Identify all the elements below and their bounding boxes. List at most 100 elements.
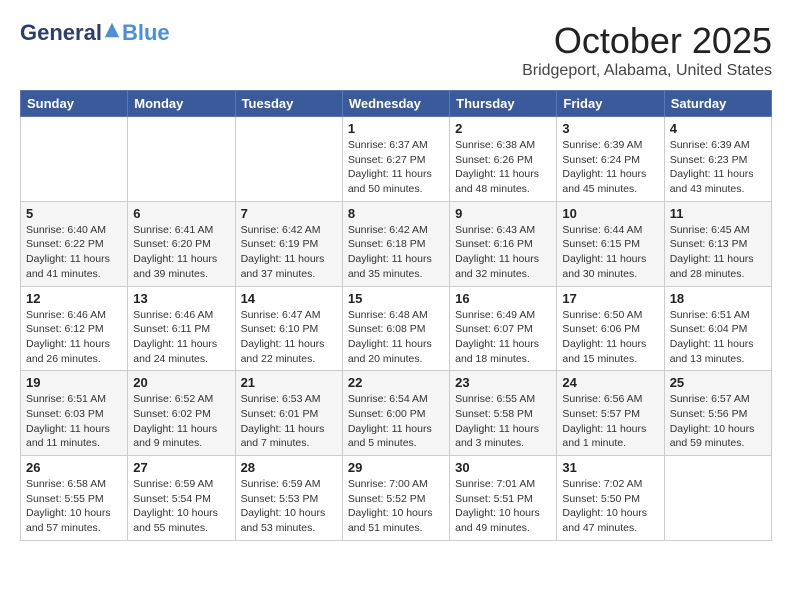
logo-general-text: General <box>20 20 102 46</box>
day-info: Sunrise: 6:47 AM Sunset: 6:10 PM Dayligh… <box>241 308 337 367</box>
day-number: 20 <box>133 375 229 390</box>
calendar-cell: 18 Sunrise: 6:51 AM Sunset: 6:04 PM Dayli… <box>664 286 771 371</box>
day-number: 31 <box>562 460 658 475</box>
day-number: 12 <box>26 291 122 306</box>
day-info: Sunrise: 6:54 AM Sunset: 6:00 PM Dayligh… <box>348 392 444 451</box>
day-info: Sunrise: 6:51 AM Sunset: 6:03 PM Dayligh… <box>26 392 122 451</box>
title-block: October 2025 Bridgeport, Alabama, United… <box>522 20 772 80</box>
day-info: Sunrise: 6:40 AM Sunset: 6:22 PM Dayligh… <box>26 223 122 282</box>
day-number: 2 <box>455 121 551 136</box>
day-number: 23 <box>455 375 551 390</box>
calendar-cell: 28Sunrise: 6:59 AM Sunset: 5:53 PM Dayli… <box>235 456 342 541</box>
day-number: 7 <box>241 206 337 221</box>
day-info: Sunrise: 6:58 AM Sunset: 5:55 PM Dayligh… <box>26 477 122 536</box>
day-info: Sunrise: 6:55 AM Sunset: 5:58 PM Dayligh… <box>455 392 551 451</box>
calendar-cell: 15 Sunrise: 6:48 AM Sunset: 6:08 PM Dayli… <box>342 286 449 371</box>
day-number: 28 <box>241 460 337 475</box>
calendar-cell: 5 Sunrise: 6:40 AM Sunset: 6:22 PM Daylig… <box>21 201 128 286</box>
location-subtitle: Bridgeport, Alabama, United States <box>522 62 772 80</box>
calendar-cell: 2 Sunrise: 6:38 AM Sunset: 6:26 PM Daylig… <box>450 117 557 202</box>
calendar-cell: 10 Sunrise: 6:44 AM Sunset: 6:15 PM Dayli… <box>557 201 664 286</box>
weekday-header: Tuesday <box>235 91 342 117</box>
day-info: Sunrise: 6:51 AM Sunset: 6:04 PM Dayligh… <box>670 308 766 367</box>
day-info: Sunrise: 6:39 AM Sunset: 6:24 PM Dayligh… <box>562 138 658 197</box>
day-info: Sunrise: 6:43 AM Sunset: 6:16 PM Dayligh… <box>455 223 551 282</box>
calendar-cell: 30Sunrise: 7:01 AM Sunset: 5:51 PM Dayli… <box>450 456 557 541</box>
weekday-header: Sunday <box>21 91 128 117</box>
calendar-cell <box>128 117 235 202</box>
calendar-cell: 29Sunrise: 7:00 AM Sunset: 5:52 PM Dayli… <box>342 456 449 541</box>
day-number: 11 <box>670 206 766 221</box>
day-number: 16 <box>455 291 551 306</box>
calendar-cell: 20 Sunrise: 6:52 AM Sunset: 6:02 PM Dayli… <box>128 371 235 456</box>
calendar-cell: 22 Sunrise: 6:54 AM Sunset: 6:00 PM Dayli… <box>342 371 449 456</box>
day-info: Sunrise: 6:59 AM Sunset: 5:54 PM Dayligh… <box>133 477 229 536</box>
calendar-table: SundayMondayTuesdayWednesdayThursdayFrid… <box>20 90 772 541</box>
day-info: Sunrise: 6:42 AM Sunset: 6:19 PM Dayligh… <box>241 223 337 282</box>
calendar-cell <box>664 456 771 541</box>
calendar-cell: 9 Sunrise: 6:43 AM Sunset: 6:16 PM Daylig… <box>450 201 557 286</box>
day-info: Sunrise: 6:48 AM Sunset: 6:08 PM Dayligh… <box>348 308 444 367</box>
day-info: Sunrise: 6:56 AM Sunset: 5:57 PM Dayligh… <box>562 392 658 451</box>
page-header: General Blue October 2025 Bridgeport, Al… <box>20 20 772 80</box>
day-info: Sunrise: 6:50 AM Sunset: 6:06 PM Dayligh… <box>562 308 658 367</box>
day-number: 13 <box>133 291 229 306</box>
day-number: 21 <box>241 375 337 390</box>
day-info: Sunrise: 7:00 AM Sunset: 5:52 PM Dayligh… <box>348 477 444 536</box>
weekday-header: Saturday <box>664 91 771 117</box>
calendar-cell: 6Sunrise: 6:41 AM Sunset: 6:20 PM Daylig… <box>128 201 235 286</box>
day-number: 18 <box>670 291 766 306</box>
logo-icon <box>103 21 121 39</box>
day-info: Sunrise: 6:57 AM Sunset: 5:56 PM Dayligh… <box>670 392 766 451</box>
calendar-week-row: 26Sunrise: 6:58 AM Sunset: 5:55 PM Dayli… <box>21 456 772 541</box>
logo: General Blue <box>20 20 170 46</box>
day-number: 24 <box>562 375 658 390</box>
day-info: Sunrise: 6:52 AM Sunset: 6:02 PM Dayligh… <box>133 392 229 451</box>
calendar-cell: 21 Sunrise: 6:53 AM Sunset: 6:01 PM Dayli… <box>235 371 342 456</box>
day-number: 25 <box>670 375 766 390</box>
calendar-cell: 31 Sunrise: 7:02 AM Sunset: 5:50 PM Dayli… <box>557 456 664 541</box>
day-number: 9 <box>455 206 551 221</box>
calendar-week-row: 12Sunrise: 6:46 AM Sunset: 6:12 PM Dayli… <box>21 286 772 371</box>
calendar-week-row: 19 Sunrise: 6:51 AM Sunset: 6:03 PM Dayli… <box>21 371 772 456</box>
day-info: Sunrise: 6:39 AM Sunset: 6:23 PM Dayligh… <box>670 138 766 197</box>
weekday-header: Thursday <box>450 91 557 117</box>
day-number: 27 <box>133 460 229 475</box>
day-number: 19 <box>26 375 122 390</box>
day-info: Sunrise: 7:02 AM Sunset: 5:50 PM Dayligh… <box>562 477 658 536</box>
calendar-cell: 13 Sunrise: 6:46 AM Sunset: 6:11 PM Dayli… <box>128 286 235 371</box>
calendar-cell: 11 Sunrise: 6:45 AM Sunset: 6:13 PM Dayli… <box>664 201 771 286</box>
day-number: 3 <box>562 121 658 136</box>
calendar-cell: 7 Sunrise: 6:42 AM Sunset: 6:19 PM Daylig… <box>235 201 342 286</box>
day-number: 8 <box>348 206 444 221</box>
day-info: Sunrise: 6:38 AM Sunset: 6:26 PM Dayligh… <box>455 138 551 197</box>
day-number: 30 <box>455 460 551 475</box>
day-info: Sunrise: 6:46 AM Sunset: 6:11 PM Dayligh… <box>133 308 229 367</box>
day-info: Sunrise: 6:44 AM Sunset: 6:15 PM Dayligh… <box>562 223 658 282</box>
calendar-cell: 14Sunrise: 6:47 AM Sunset: 6:10 PM Dayli… <box>235 286 342 371</box>
calendar-cell: 1Sunrise: 6:37 AM Sunset: 6:27 PM Daylig… <box>342 117 449 202</box>
weekday-header: Friday <box>557 91 664 117</box>
calendar-cell: 24 Sunrise: 6:56 AM Sunset: 5:57 PM Dayli… <box>557 371 664 456</box>
logo-blue-text: Blue <box>122 20 170 46</box>
calendar-header-row: SundayMondayTuesdayWednesdayThursdayFrid… <box>21 91 772 117</box>
calendar-cell: 17Sunrise: 6:50 AM Sunset: 6:06 PM Dayli… <box>557 286 664 371</box>
day-info: Sunrise: 6:53 AM Sunset: 6:01 PM Dayligh… <box>241 392 337 451</box>
day-number: 15 <box>348 291 444 306</box>
calendar-cell: 23 Sunrise: 6:55 AM Sunset: 5:58 PM Dayli… <box>450 371 557 456</box>
calendar-cell <box>235 117 342 202</box>
day-number: 10 <box>562 206 658 221</box>
calendar-cell: 16 Sunrise: 6:49 AM Sunset: 6:07 PM Dayli… <box>450 286 557 371</box>
day-info: Sunrise: 6:45 AM Sunset: 6:13 PM Dayligh… <box>670 223 766 282</box>
day-number: 5 <box>26 206 122 221</box>
weekday-header: Wednesday <box>342 91 449 117</box>
calendar-cell: 25 Sunrise: 6:57 AM Sunset: 5:56 PM Dayli… <box>664 371 771 456</box>
day-info: Sunrise: 6:49 AM Sunset: 6:07 PM Dayligh… <box>455 308 551 367</box>
calendar-cell: 3 Sunrise: 6:39 AM Sunset: 6:24 PM Daylig… <box>557 117 664 202</box>
calendar-week-row: 5 Sunrise: 6:40 AM Sunset: 6:22 PM Daylig… <box>21 201 772 286</box>
day-number: 1 <box>348 121 444 136</box>
day-number: 22 <box>348 375 444 390</box>
calendar-cell: 27 Sunrise: 6:59 AM Sunset: 5:54 PM Dayli… <box>128 456 235 541</box>
calendar-cell: 12Sunrise: 6:46 AM Sunset: 6:12 PM Dayli… <box>21 286 128 371</box>
day-number: 4 <box>670 121 766 136</box>
